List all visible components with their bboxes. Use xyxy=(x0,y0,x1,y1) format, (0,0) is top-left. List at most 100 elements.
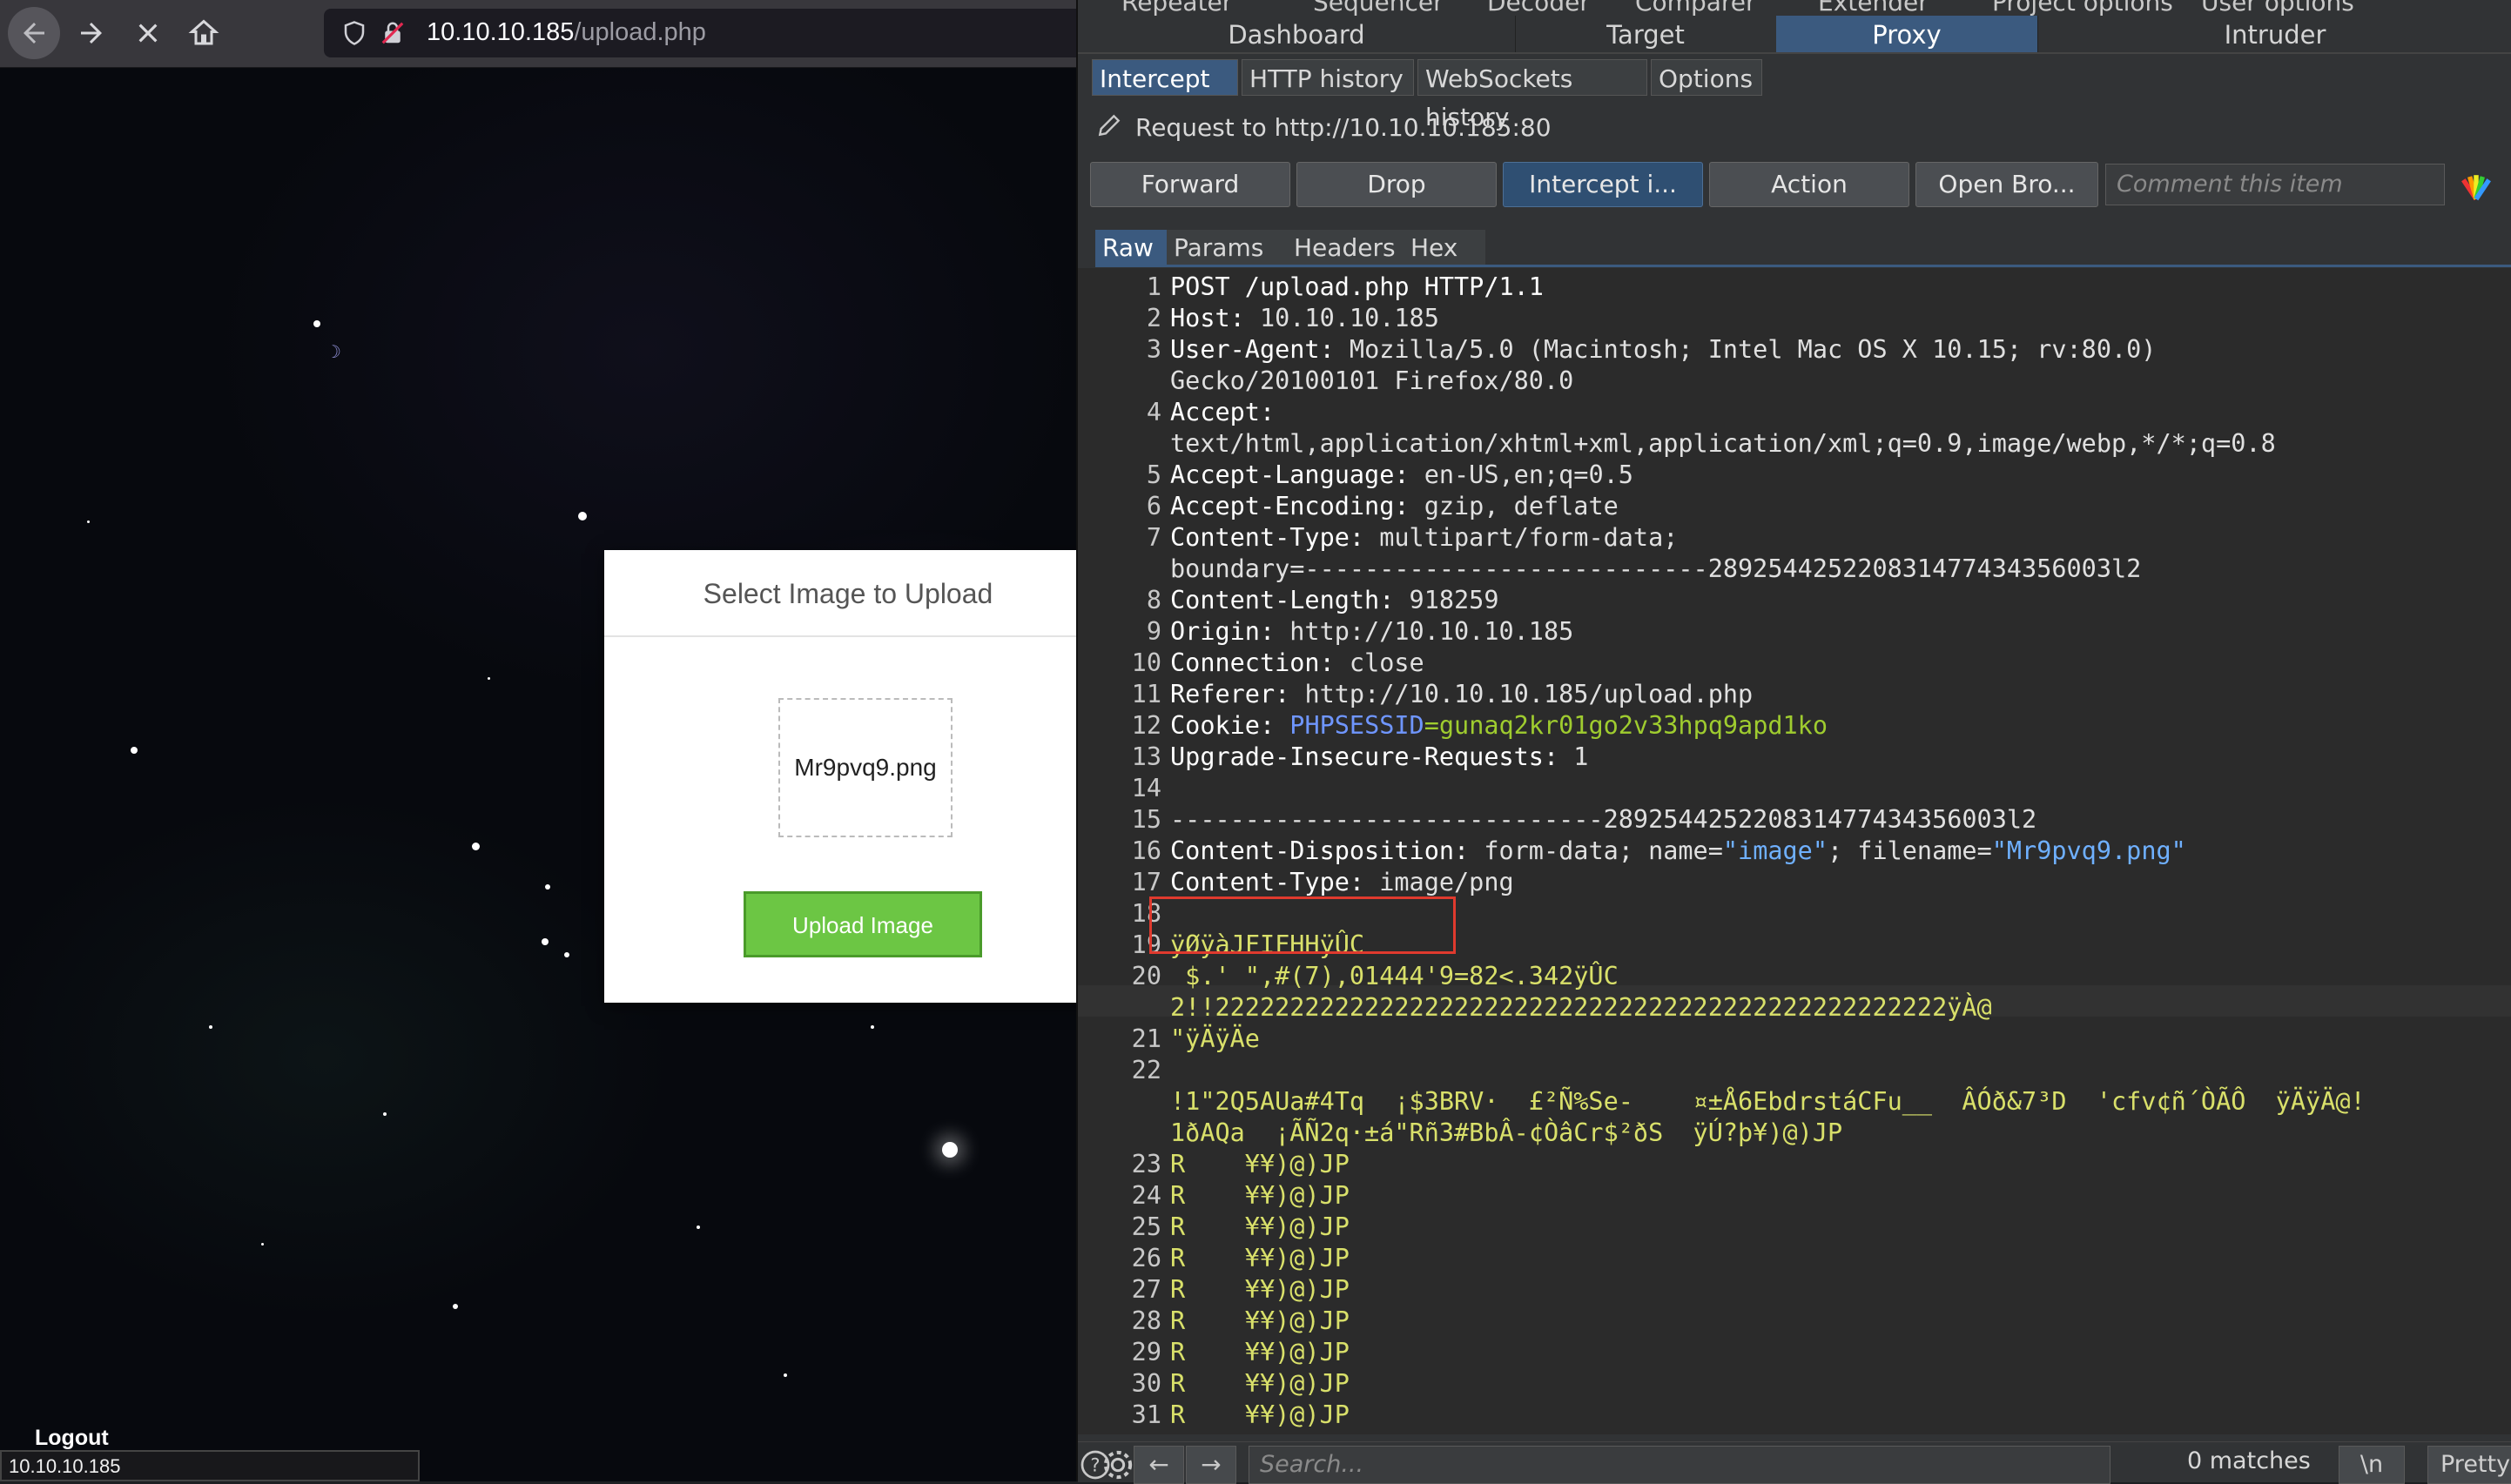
header-name: Accept: xyxy=(1170,398,1276,426)
request-line[interactable]: 4 Accept: xyxy=(1078,397,2511,428)
tab-hex[interactable]: Hex xyxy=(1404,230,1485,265)
request-line[interactable]: !1"2Q5AUa#4Tq ¡$3BRV· £²Ñ%Se- ¤±Å6Ebdrst… xyxy=(1078,1086,2511,1118)
tab-options[interactable]: Options xyxy=(1651,59,1762,96)
back-arrow-icon[interactable] xyxy=(8,7,60,59)
tab-extender[interactable]: Extender xyxy=(1818,0,1929,17)
line-content: R ¥¥)@)JP xyxy=(1170,1368,1350,1400)
search-prev-icon[interactable]: ← xyxy=(1134,1446,1184,1484)
request-line[interactable]: 10 Connection: close xyxy=(1078,648,2511,679)
request-line[interactable]: 32 R ¥¥)@)JP xyxy=(1078,1431,2511,1434)
tab-http-history[interactable]: HTTP history xyxy=(1242,59,1414,96)
tab-websockets-history[interactable]: WebSockets history xyxy=(1417,59,1647,131)
request-line[interactable]: 27 R ¥¥)@)JP xyxy=(1078,1274,2511,1306)
request-line[interactable]: 2!!2222222222222222222222222222222222222… xyxy=(1078,992,2511,1024)
request-line[interactable]: 24 R ¥¥)@)JP xyxy=(1078,1180,2511,1212)
request-line[interactable]: 29 R ¥¥)@)JP xyxy=(1078,1337,2511,1368)
request-line[interactable]: Gecko/20100101 Firefox/80.0 xyxy=(1078,366,2511,397)
request-line[interactable]: 6 Accept-Encoding: gzip, deflate xyxy=(1078,491,2511,522)
request-line[interactable]: 11 Referer: http://10.10.10.185/upload.ph… xyxy=(1078,679,2511,710)
request-line[interactable]: 9 Origin: http://10.10.10.185 xyxy=(1078,616,2511,648)
stop-loading-icon[interactable] xyxy=(122,7,174,59)
pencil-icon[interactable] xyxy=(1095,111,1123,139)
forward-button[interactable]: Forward xyxy=(1090,162,1290,207)
line-content: $.' ",#(7),01444'9=82<.342ÿÛC xyxy=(1170,961,1619,992)
request-line[interactable]: 15 -----------------------------289254425… xyxy=(1078,804,2511,836)
newline-toggle-button[interactable]: \n xyxy=(2339,1446,2405,1484)
file-drop-zone[interactable]: Mr9pvq9.png xyxy=(778,698,953,837)
highlight-color-icon[interactable] xyxy=(2457,167,2495,205)
request-line[interactable]: 12 Cookie: PHPSESSID=gunaq2kr01go2v33hpq9… xyxy=(1078,710,2511,742)
tab-decoder[interactable]: Decoder xyxy=(1487,0,1590,17)
line-content: Gecko/20100101 Firefox/80.0 xyxy=(1170,366,1573,397)
header-value: close xyxy=(1334,648,1424,677)
request-line[interactable]: 16 Content-Disposition: form-data; name="… xyxy=(1078,836,2511,867)
tab-dashboard[interactable]: Dashboard xyxy=(1078,16,1516,52)
drop-button[interactable]: Drop xyxy=(1296,162,1497,207)
tab-intercept[interactable]: Intercept xyxy=(1092,59,1238,96)
request-line[interactable]: 14 xyxy=(1078,773,2511,804)
request-line[interactable]: boundary=---------------------------2892… xyxy=(1078,554,2511,585)
url-text[interactable]: 10.10.10.185/upload.php xyxy=(427,18,706,47)
match-count: 0 matches xyxy=(2187,1447,2311,1474)
pretty-toggle-button[interactable]: Pretty xyxy=(2427,1446,2511,1484)
home-icon[interactable] xyxy=(178,7,230,59)
line-content: R ¥¥)@)JP xyxy=(1170,1337,1350,1368)
tab-params[interactable]: Params xyxy=(1167,230,1296,265)
request-line[interactable]: 13 Upgrade-Insecure-Requests: 1 xyxy=(1078,742,2511,773)
shield-icon[interactable] xyxy=(341,19,367,47)
request-line[interactable]: 26 R ¥¥)@)JP xyxy=(1078,1243,2511,1274)
action-button[interactable]: Action xyxy=(1709,162,1909,207)
tab-sequencer[interactable]: Sequencer xyxy=(1313,0,1444,17)
line-number: 14 xyxy=(1131,774,1161,802)
comment-input[interactable]: Comment this item xyxy=(2105,164,2445,205)
header-name: POST /upload.php HTTP/1.1 xyxy=(1170,272,1544,301)
line-content: text/html,application/xhtml+xml,applicat… xyxy=(1170,428,2276,460)
url-host: 10.10.10.185 xyxy=(427,18,575,46)
tab-comparer[interactable]: Comparer xyxy=(1635,0,1756,17)
request-editor[interactable]: 1 POST /upload.php HTTP/1.1 2 Host: 10.10.1… xyxy=(1078,268,2511,1434)
binary-data: R ¥¥)@)JP xyxy=(1170,1244,1350,1272)
request-line[interactable]: 21 "ÿÄÿÄe xyxy=(1078,1024,2511,1055)
request-line[interactable]: 25 R ¥¥)@)JP xyxy=(1078,1212,2511,1243)
forward-arrow-icon[interactable] xyxy=(65,7,118,59)
request-line[interactable]: 7 Content-Type: multipart/form-data; xyxy=(1078,522,2511,554)
request-line[interactable]: 22 xyxy=(1078,1055,2511,1086)
tab-project-options[interactable]: Project options xyxy=(1992,0,2173,17)
browser-status-bar: 10.10.10.185 xyxy=(0,1450,420,1481)
tab-intruder[interactable]: Intruder xyxy=(2037,16,2511,52)
insecure-lock-icon[interactable] xyxy=(380,19,406,47)
request-line[interactable]: 2 Host: 10.10.10.185 xyxy=(1078,303,2511,334)
search-input[interactable]: Search... xyxy=(1249,1446,2110,1484)
line-content: Content-Type: multipart/form-data; xyxy=(1170,522,1678,554)
request-line[interactable]: 30 R ¥¥)@)JP xyxy=(1078,1368,2511,1400)
request-line[interactable]: 1ðAQa ¡ÃÑ2q·±á"Rñ3#BbÂ-¢ÒâCr$²ðS ÿÚ?þ¥)@… xyxy=(1078,1118,2511,1149)
request-line[interactable]: 17 Content-Type: image/png xyxy=(1078,867,2511,898)
search-next-icon[interactable]: → xyxy=(1186,1446,1236,1484)
line-number: 21 xyxy=(1131,1024,1161,1053)
intercept-toggle-button[interactable]: Intercept i... xyxy=(1503,162,1703,207)
open-browser-button[interactable]: Open Bro... xyxy=(1915,162,2098,207)
request-line[interactable]: 31 R ¥¥)@)JP xyxy=(1078,1400,2511,1431)
tab-raw[interactable]: Raw xyxy=(1095,230,1175,265)
tab-target[interactable]: Target xyxy=(1515,16,1777,52)
request-line[interactable]: 28 R ¥¥)@)JP xyxy=(1078,1306,2511,1337)
tab-user-options[interactable]: User options xyxy=(2201,0,2354,17)
logout-link[interactable]: Logout xyxy=(35,1426,109,1451)
line-number: 7 xyxy=(1146,523,1161,552)
url-bar[interactable]: 10.10.10.185/upload.php xyxy=(324,9,1076,57)
tab-proxy[interactable]: Proxy xyxy=(1776,16,2038,52)
request-line[interactable]: 5 Accept-Language: en-US,en;q=0.5 xyxy=(1078,460,2511,491)
gear-icon[interactable] xyxy=(1101,1447,1135,1482)
request-line[interactable]: 20 $.' ",#(7),01444'9=82<.342ÿÛC xyxy=(1078,961,2511,992)
request-line[interactable]: 23 R ¥¥)@)JP xyxy=(1078,1149,2511,1180)
request-line[interactable]: text/html,application/xhtml+xml,applicat… xyxy=(1078,428,2511,460)
request-line[interactable]: 1 POST /upload.php HTTP/1.1 xyxy=(1078,272,2511,303)
upload-image-button[interactable]: Upload Image xyxy=(744,891,982,957)
request-line[interactable]: 8 Content-Length: 918259 xyxy=(1078,585,2511,616)
binary-data: R ¥¥)@)JP xyxy=(1170,1275,1350,1304)
request-line[interactable]: 3 User-Agent: Mozilla/5.0 (Macintosh; Int… xyxy=(1078,334,2511,366)
header-value: Gecko/20100101 Firefox/80.0 xyxy=(1170,366,1574,395)
tab-repeater[interactable]: Repeater xyxy=(1121,0,1232,17)
tab-headers[interactable]: Headers xyxy=(1287,230,1412,265)
line-number: 8 xyxy=(1146,586,1161,614)
